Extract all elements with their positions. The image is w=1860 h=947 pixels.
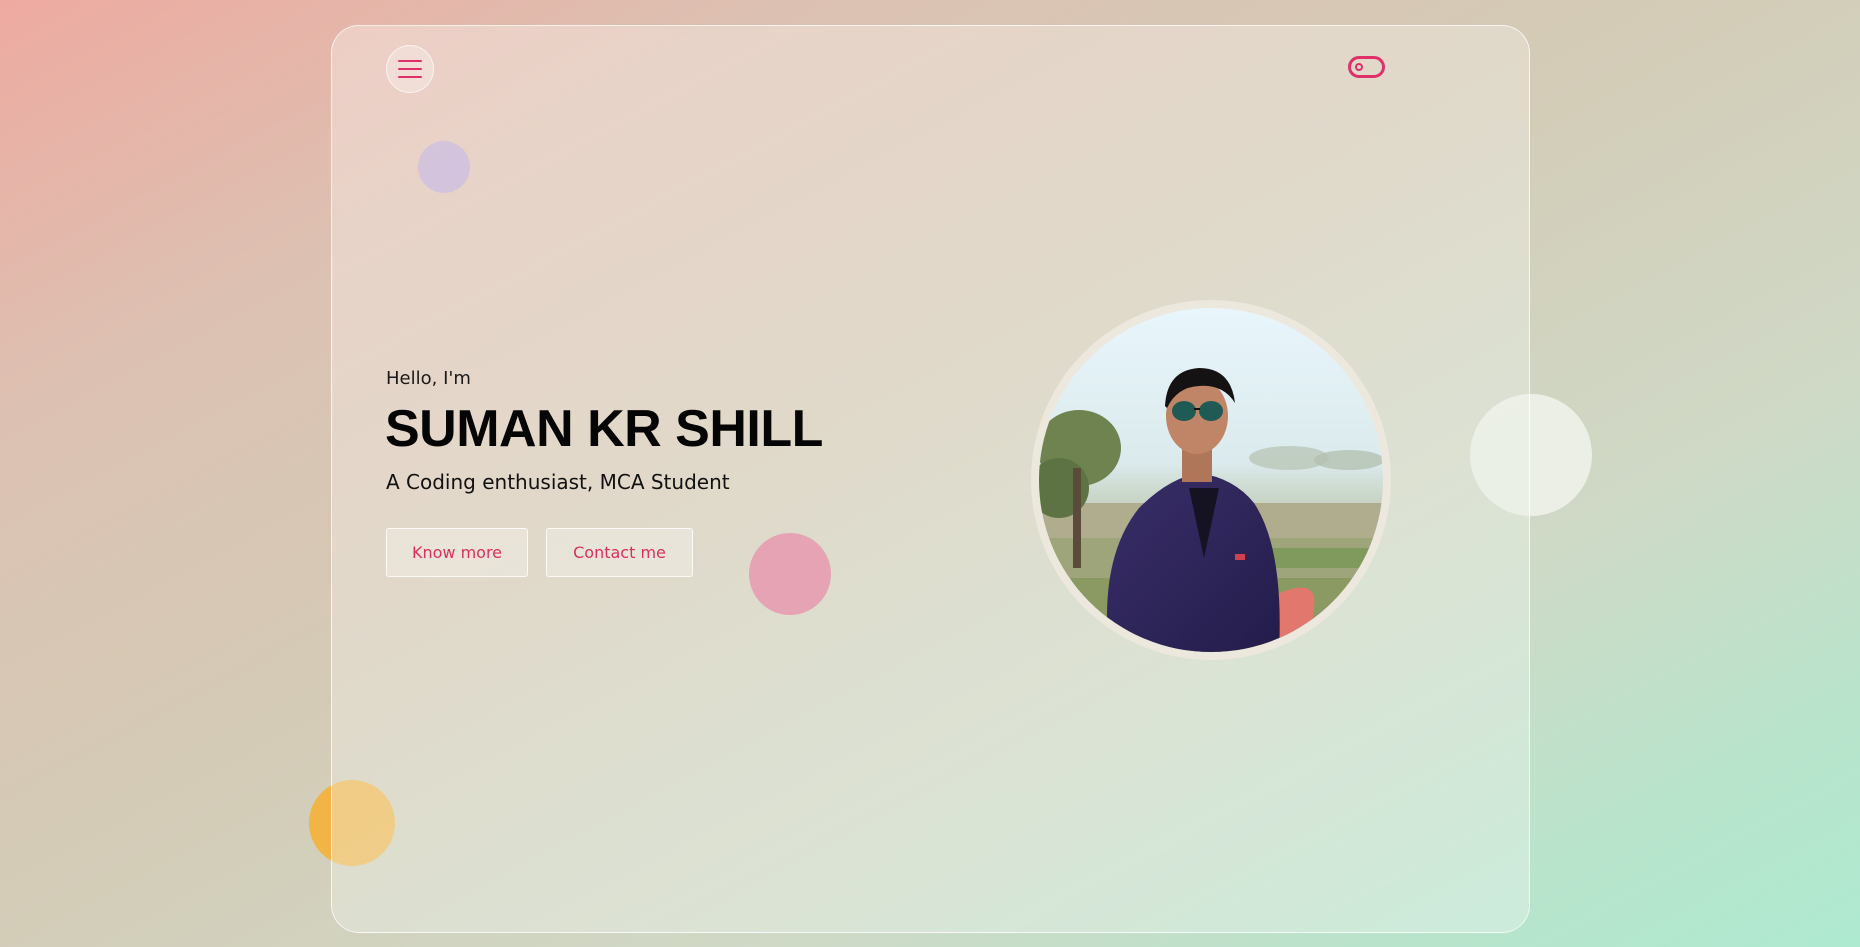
profile-photo (1039, 308, 1383, 652)
toggle-switch-icon (1355, 63, 1363, 71)
menu-button[interactable] (386, 45, 434, 93)
decorative-blob-pink (749, 533, 831, 615)
tagline-text: A Coding enthusiast, MCA Student (386, 470, 730, 494)
page-title: SUMAN KR SHILL (385, 400, 823, 458)
know-more-button[interactable]: Know more (386, 528, 528, 577)
contact-me-button[interactable]: Contact me (546, 528, 693, 577)
greeting-text: Hello, I'm (386, 368, 471, 389)
avatar (1039, 308, 1383, 652)
hamburger-menu-icon (398, 60, 422, 78)
theme-toggle[interactable] (1348, 56, 1385, 78)
